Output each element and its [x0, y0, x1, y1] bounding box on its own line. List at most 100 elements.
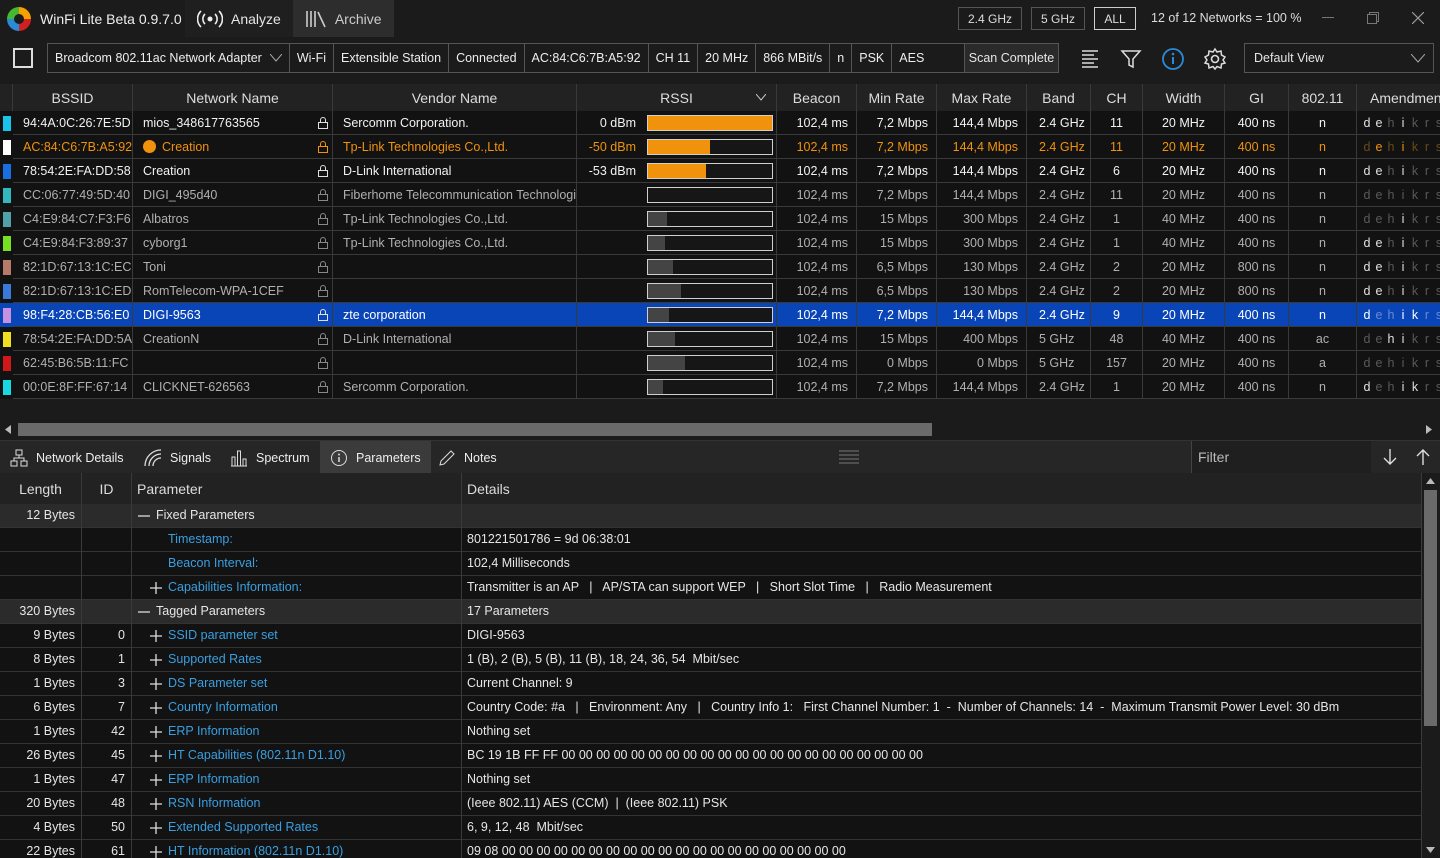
network-row[interactable]: 62:45:B6:5B:11:FC 102,4 ms 0 Mbps 0 Mbps 5 G… — [0, 351, 1440, 375]
parameter-row[interactable]: 1 Bytes 3 DS Parameter set Current Channel:… — [0, 672, 1422, 696]
parameter-row[interactable]: 12 Bytes Fixed Parameters — [0, 504, 1422, 528]
chevron-down-icon — [1411, 54, 1425, 63]
network-row[interactable]: 82:1D:67:13:1C:EC Toni 102,4 ms 6,5 Mbps 130… — [0, 255, 1440, 279]
network-row[interactable]: CC:06:77:49:5D:40 DIGI_495d40 Fiberhome Te… — [0, 183, 1440, 207]
restore-icon[interactable] — [1360, 6, 1386, 30]
rssi-cell — [577, 183, 777, 207]
filter-5ghz-button[interactable]: 5 GHz — [1031, 7, 1085, 30]
scroll-left-icon[interactable] — [5, 425, 11, 434]
network-row[interactable]: 82:1D:67:13:1C:ED RomTelecom-WPA-1CEF 102,… — [0, 279, 1440, 303]
scroll-down-icon[interactable] — [1426, 847, 1435, 853]
column-header-amendments[interactable]: Amendments — [1357, 84, 1440, 111]
expand-icon[interactable] — [150, 726, 162, 738]
parameter-filter-input[interactable]: Filter — [1191, 441, 1371, 473]
column-header-bssid[interactable]: BSSID — [13, 84, 133, 111]
view-select[interactable]: Default View — [1244, 43, 1434, 73]
adapter-select[interactable]: Broadcom 802.11ac Network Adapter — [48, 44, 290, 72]
horizontal-scroll-thumb[interactable] — [18, 423, 932, 436]
expand-icon[interactable] — [150, 822, 162, 834]
tab-signals[interactable]: Signals — [134, 441, 221, 474]
filter-all-button[interactable]: ALL — [1094, 7, 1136, 30]
column-header-id[interactable]: ID — [82, 473, 132, 504]
networks-table: BSSID Network Name Vendor Name RSSI Beac… — [0, 84, 1440, 420]
scroll-right-icon[interactable] — [1426, 425, 1432, 434]
tab-network-details[interactable]: Network Details — [0, 441, 134, 474]
column-header-width[interactable]: Width — [1143, 84, 1225, 111]
network-row[interactable]: 78:54:2E:FA:DD:58 Creation D-Link Internat… — [0, 159, 1440, 183]
scan-button[interactable]: Scan Complete — [964, 43, 1059, 73]
column-header-ch[interactable]: CH — [1091, 84, 1143, 111]
network-row[interactable]: 94:4A:0C:26:7E:5D mios_348617763565 Sercom… — [0, 111, 1440, 135]
horizontal-scrollbar[interactable] — [0, 421, 1440, 438]
column-header-name[interactable]: Network Name — [133, 84, 333, 111]
parameter-row[interactable]: 20 Bytes 48 RSN Information (Ieee 802.11) A… — [0, 792, 1422, 816]
expand-icon[interactable] — [150, 846, 162, 858]
rssi-cell — [577, 375, 777, 399]
network-row[interactable]: AC:84:C6:7B:A5:92 Creation Tp-Link Technol… — [0, 135, 1440, 159]
parameter-row[interactable]: 4 Bytes 50 Extended Supported Rates 6, 9, 1… — [0, 816, 1422, 840]
parameter-row[interactable]: 8 Bytes 1 Supported Rates 1 (B), 2 (B), 5 (… — [0, 648, 1422, 672]
collapse-icon[interactable] — [138, 510, 150, 522]
expand-icon[interactable] — [150, 630, 162, 642]
tab-parameters[interactable]: Parameters — [320, 441, 431, 474]
column-header-parameter[interactable]: Parameter — [132, 473, 462, 504]
network-row[interactable]: 78:54:2E:FA:DD:5A CreationN D-Link Interna… — [0, 327, 1440, 351]
vertical-scroll-thumb[interactable] — [1424, 490, 1437, 726]
network-color-swatch — [3, 308, 11, 323]
column-header-max-rate[interactable]: Max Rate — [937, 84, 1027, 111]
network-row[interactable]: C4:E9:84:F3:89:37 cyborg1 Tp-Link Technolo… — [0, 231, 1440, 255]
column-header-rssi[interactable]: RSSI — [577, 84, 777, 111]
parameter-row[interactable]: 320 Bytes Tagged Parameters 17 Parameters — [0, 600, 1422, 624]
parameter-row[interactable]: 1 Bytes 47 ERP Information Nothing set — [0, 768, 1422, 792]
column-header-standard[interactable]: 802.11 — [1289, 84, 1357, 111]
parameter-row[interactable]: 26 Bytes 45 HT Capabilities (802.11n D1.10… — [0, 744, 1422, 768]
close-icon[interactable] — [1405, 6, 1431, 30]
parameter-row[interactable]: Beacon Interval: 102,4 Milliseconds — [0, 552, 1422, 576]
tab-notes[interactable]: Notes — [428, 441, 507, 474]
drag-handle-icon[interactable] — [839, 449, 859, 465]
arrow-up-icon[interactable] — [1415, 448, 1431, 466]
filter-24ghz-button[interactable]: 2.4 GHz — [958, 7, 1022, 30]
column-header-vendor[interactable]: Vendor Name — [333, 84, 577, 111]
expand-icon[interactable] — [150, 654, 162, 666]
parameter-row[interactable]: Timestamp: 801221501786 = 9d 06:38:01 — [0, 528, 1422, 552]
column-header-band[interactable]: Band — [1027, 84, 1091, 111]
column-header-beacon[interactable]: Beacon — [777, 84, 857, 111]
amendment-flag: i — [1401, 332, 1405, 346]
select-all-checkbox[interactable] — [13, 48, 33, 68]
column-header-gi[interactable]: GI — [1225, 84, 1289, 111]
network-row[interactable]: 00:0E:8F:FF:67:14 CLICKNET-626563 Sercomm … — [0, 375, 1440, 399]
columns-icon[interactable] — [1078, 47, 1102, 71]
collapse-icon[interactable] — [138, 606, 150, 618]
tab-spectrum[interactable]: Spectrum — [220, 441, 320, 474]
expand-icon[interactable] — [150, 798, 162, 810]
nav-analyze[interactable]: Analyze — [185, 0, 293, 37]
minimize-icon[interactable] — [1315, 6, 1341, 30]
nav-archive[interactable]: Archive — [292, 0, 394, 37]
scroll-up-icon[interactable] — [1426, 478, 1435, 484]
length-cell: 320 Bytes — [0, 600, 82, 624]
id-cell — [82, 576, 132, 600]
column-header-length[interactable]: Length — [0, 473, 82, 504]
filter-icon[interactable] — [1119, 47, 1143, 71]
gear-icon[interactable] — [1203, 47, 1227, 71]
vertical-scrollbar[interactable] — [1422, 473, 1440, 858]
column-header-min-rate[interactable]: Min Rate — [857, 84, 937, 111]
parameter-row[interactable]: 22 Bytes 61 HT Information (802.11n D1.10)… — [0, 840, 1422, 858]
network-row[interactable]: C4:E9:84:C7:F3:F6 Albatros Tp-Link Technol… — [0, 207, 1440, 231]
expand-icon[interactable] — [150, 702, 162, 714]
column-header-details[interactable]: Details — [462, 473, 1422, 504]
arrow-down-icon[interactable] — [1382, 448, 1398, 466]
length-cell — [0, 576, 82, 600]
parameter-row[interactable]: 9 Bytes 0 SSID parameter set DIGI-9563 — [0, 624, 1422, 648]
parameter-row[interactable]: 6 Bytes 7 Country Information Country Code:… — [0, 696, 1422, 720]
info-icon[interactable] — [1161, 47, 1185, 71]
network-row[interactable]: 98:F4:28:CB:56:E0 DIGI-9563 zte corporatio… — [0, 303, 1440, 327]
parameter-row[interactable]: 1 Bytes 42 ERP Information Nothing set — [0, 720, 1422, 744]
parameter-row[interactable]: Capabilities Information: Transmitter is … — [0, 576, 1422, 600]
expand-icon[interactable] — [150, 582, 162, 594]
broadcast-icon — [197, 9, 223, 28]
expand-icon[interactable] — [150, 678, 162, 690]
expand-icon[interactable] — [150, 774, 162, 786]
expand-icon[interactable] — [150, 750, 162, 762]
